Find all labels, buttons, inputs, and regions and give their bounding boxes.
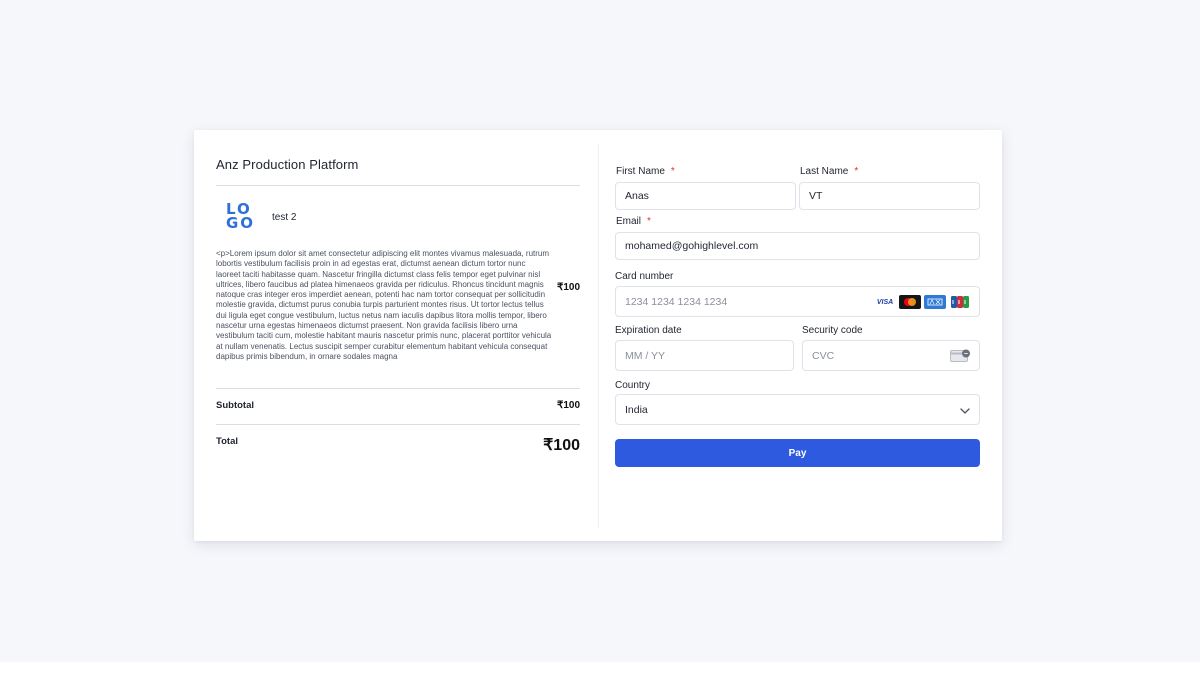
email-value: mohamed@gohighlevel.com bbox=[625, 240, 759, 252]
product-logo: LO GO bbox=[226, 202, 256, 232]
subtotal-label: Subtotal bbox=[216, 400, 254, 411]
last-name-field[interactable]: VT bbox=[799, 182, 980, 210]
email-label: Email * bbox=[616, 216, 651, 227]
column-divider bbox=[598, 144, 599, 528]
country-label: Country bbox=[615, 380, 651, 391]
pay-button[interactable]: Pay bbox=[615, 439, 980, 467]
checkout-card: Anz Production Platform LO GO test 2 <p>… bbox=[194, 130, 1002, 541]
page-footer-strip bbox=[0, 662, 1200, 678]
subtotal-value: ₹100 bbox=[556, 400, 580, 411]
jcb-icon bbox=[949, 295, 971, 309]
card-number-placeholder: 1234 1234 1234 1234 bbox=[625, 295, 728, 308]
logo-line-2: GO bbox=[226, 214, 256, 232]
country-value: India bbox=[625, 403, 648, 416]
product-description: <p>Lorem ipsum dolor sit amet consectetu… bbox=[216, 249, 552, 361]
divider bbox=[216, 388, 580, 389]
platform-name: Anz Production Platform bbox=[216, 157, 359, 172]
order-summary: Anz Production Platform LO GO test 2 <p>… bbox=[216, 130, 580, 541]
first-name-label: First Name * bbox=[616, 166, 675, 177]
cvc-icon bbox=[950, 349, 970, 362]
security-code-placeholder: CVC bbox=[812, 349, 835, 362]
last-name-value: VT bbox=[809, 190, 823, 202]
first-name-label-text: First Name bbox=[616, 166, 665, 177]
expiration-placeholder: MM / YY bbox=[625, 349, 666, 362]
last-name-label-text: Last Name bbox=[800, 166, 849, 177]
total-value: ₹100 bbox=[543, 437, 580, 454]
required-marker: * bbox=[670, 166, 675, 177]
card-number-label: Card number bbox=[615, 271, 674, 282]
first-name-value: Anas bbox=[625, 190, 649, 202]
total-label: Total bbox=[216, 436, 238, 447]
required-marker: * bbox=[647, 216, 651, 227]
card-number-field[interactable]: 1234 1234 1234 1234 VISA bbox=[615, 286, 980, 317]
security-code-field[interactable]: CVC bbox=[802, 340, 980, 371]
last-name-label: Last Name * bbox=[800, 166, 858, 177]
product-price: ₹100 bbox=[556, 282, 580, 293]
email-field[interactable]: mohamed@gohighlevel.com bbox=[615, 232, 980, 260]
mastercard-icon bbox=[899, 295, 921, 309]
expiration-label: Expiration date bbox=[615, 325, 682, 336]
product-name: test 2 bbox=[272, 212, 297, 223]
visa-icon: VISA bbox=[876, 298, 894, 306]
email-label-text: Email bbox=[616, 216, 642, 227]
country-select[interactable]: India bbox=[615, 394, 980, 425]
amex-icon bbox=[924, 295, 946, 309]
divider bbox=[216, 424, 580, 425]
divider bbox=[216, 185, 580, 186]
card-brands: VISA bbox=[874, 295, 971, 309]
chevron-down-icon bbox=[960, 408, 970, 414]
first-name-field[interactable]: Anas bbox=[615, 182, 796, 210]
payment-form: First Name * Anas Last Name * VT Email * mo… bbox=[615, 130, 980, 541]
required-marker: * bbox=[854, 166, 859, 177]
security-code-label: Security code bbox=[802, 325, 863, 336]
expiration-field[interactable]: MM / YY bbox=[615, 340, 794, 371]
